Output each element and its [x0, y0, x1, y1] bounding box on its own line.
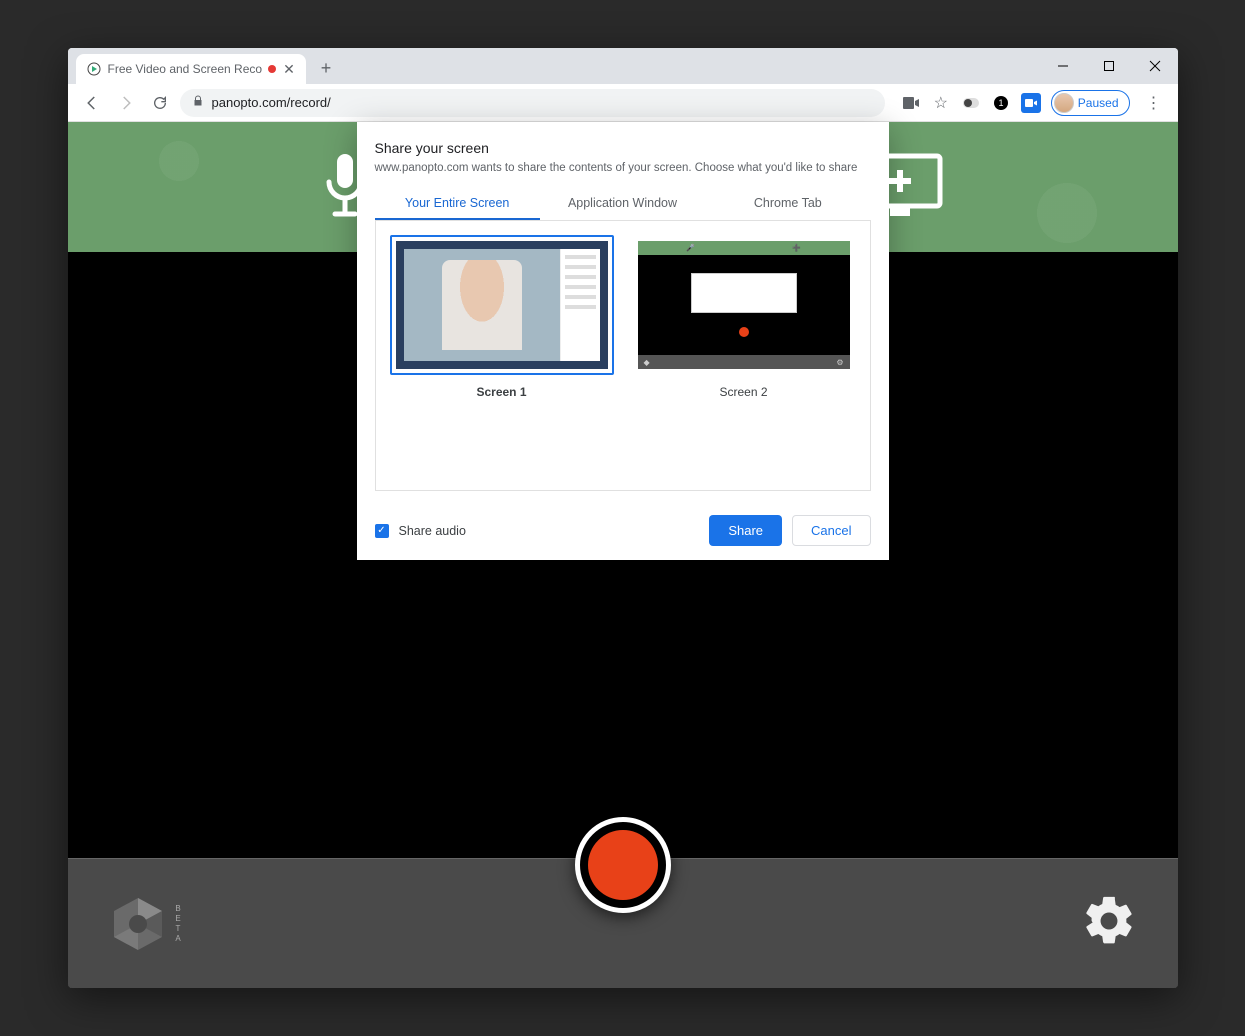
url-field[interactable]: panopto.com/record/ [180, 89, 885, 117]
screen-option-1[interactable]: Screen 1 [390, 235, 614, 399]
camera-icon[interactable] [901, 93, 921, 113]
panopto-favicon-icon [86, 61, 102, 77]
recording-indicator-icon [268, 65, 276, 73]
microphone-icon [319, 152, 371, 222]
settings-button[interactable] [1080, 892, 1138, 955]
share-screen-dialog: Share your screen www.panopto.com wants … [357, 122, 889, 560]
new-tab-button[interactable]: + [312, 54, 340, 82]
tab-close-button[interactable]: ✕ [282, 62, 296, 76]
dialog-actions: Share Cancel [709, 515, 870, 546]
page-content: BETA Share your screen www.panopto.com w… [68, 122, 1178, 988]
panopto-logo-icon [108, 894, 168, 954]
maximize-button[interactable] [1086, 48, 1132, 84]
tab-title: Free Video and Screen Reco [108, 62, 263, 76]
app-logo: BETA [108, 894, 183, 954]
avatar-icon [1054, 93, 1074, 113]
share-button[interactable]: Share [709, 515, 782, 546]
bookmark-star-icon[interactable]: ☆ [931, 93, 951, 113]
share-audio-label: Share audio [399, 524, 466, 538]
share-audio-checkbox[interactable]: ✓ [375, 524, 389, 538]
url-text: panopto.com/record/ [212, 95, 331, 110]
gear-icon [1080, 892, 1138, 950]
dialog-title: Share your screen [375, 140, 871, 156]
tab-entire-screen[interactable]: Your Entire Screen [375, 188, 540, 220]
screen-2-label: Screen 2 [632, 385, 856, 399]
share-audio-option[interactable]: ✓ Share audio [375, 524, 466, 538]
profile-chip[interactable]: Paused [1051, 90, 1130, 116]
svg-text:1: 1 [998, 98, 1003, 108]
screens-container: Screen 1 🎤➕ ◆⚙ Screen 2 [375, 221, 871, 491]
close-window-button[interactable] [1132, 48, 1178, 84]
dialog-footer: ✓ Share audio Share Cancel [375, 515, 871, 546]
dialog-tabs: Your Entire Screen Application Window Ch… [375, 188, 871, 221]
browser-menu-button[interactable]: ⋮ [1140, 93, 1168, 113]
screen-1-thumbnail [396, 241, 608, 369]
tab-application-window[interactable]: Application Window [540, 188, 705, 220]
browser-window: Free Video and Screen Reco ✕ + panopto.c… [68, 48, 1178, 988]
extension-slider-icon[interactable] [961, 93, 981, 113]
minimize-button[interactable] [1040, 48, 1086, 84]
window-controls [1040, 48, 1178, 84]
reload-button[interactable] [146, 89, 174, 117]
bottom-bar: BETA [68, 858, 1178, 988]
back-button[interactable] [78, 89, 106, 117]
dialog-description: www.panopto.com wants to share the conte… [375, 162, 871, 174]
tab-chrome-tab[interactable]: Chrome Tab [705, 188, 870, 220]
title-bar: Free Video and Screen Reco ✕ + [68, 48, 1178, 84]
record-button[interactable] [575, 817, 671, 913]
beta-badge: BETA [174, 904, 183, 944]
screen-1-label: Screen 1 [390, 385, 614, 399]
extension-video-icon[interactable] [1021, 93, 1041, 113]
extension-circle-icon[interactable]: 1 [991, 93, 1011, 113]
screen-option-2[interactable]: 🎤➕ ◆⚙ Screen 2 [632, 235, 856, 399]
forward-button[interactable] [112, 89, 140, 117]
lock-icon [192, 95, 204, 110]
screen-2-thumbnail: 🎤➕ ◆⚙ [638, 241, 850, 369]
profile-status: Paused [1078, 96, 1119, 110]
address-bar: panopto.com/record/ ☆ 1 Paused ⋮ [68, 84, 1178, 122]
browser-tab[interactable]: Free Video and Screen Reco ✕ [76, 54, 307, 84]
record-indicator-icon [588, 830, 658, 900]
add-screen-icon [856, 152, 944, 222]
cancel-button[interactable]: Cancel [792, 515, 870, 546]
extension-icons: ☆ 1 Paused ⋮ [891, 90, 1168, 116]
